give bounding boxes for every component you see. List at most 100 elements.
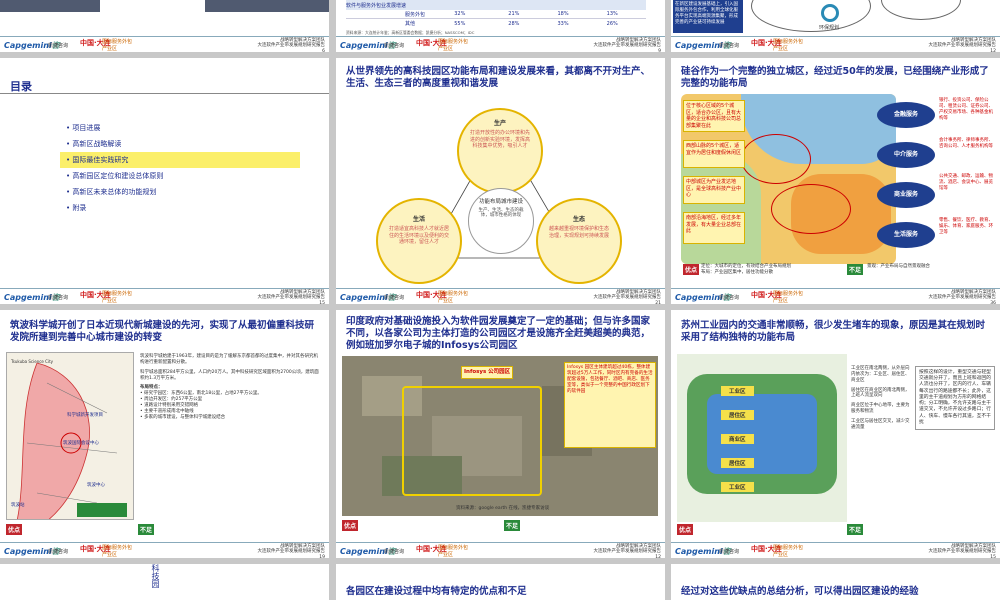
zone-label: 居住区 bbox=[721, 458, 754, 468]
toc-item-active[interactable]: • 国际最佳实践研究 bbox=[60, 152, 300, 168]
slide-bottom-2: 各园区在建设过程中均有特定的优点和不足 bbox=[336, 564, 665, 600]
dalian-logo: 中国·大连 国际服务外包产业区 bbox=[751, 545, 804, 558]
table-cell: 21% bbox=[508, 11, 520, 17]
infosys-callout: Infosys 园区主体建筑超过40栋，整体建筑超过5万人工作，同时区内有完备的… bbox=[564, 362, 656, 448]
dalian-logo: 中国·大连 国际服务外包产业区 bbox=[416, 39, 469, 52]
toc-item[interactable]: • 高新区战略解读 bbox=[60, 136, 300, 152]
merit-tag: 优点 bbox=[6, 524, 23, 535]
footer: Capgemini咨 凯捷咨询 中国·大连 国际服务外包产业区 战略转型解决方案团… bbox=[336, 542, 665, 558]
table-cell: 其他 bbox=[405, 21, 416, 27]
circle-ecology: 生态 越来越重视环境保护和生态治理，实现规划可持续发展 bbox=[536, 198, 622, 284]
slide-infosys: 印度政府对基础设施投入为软件园发展奠定了一定的基础；但与许多国家不同，以各家公司… bbox=[336, 310, 665, 558]
merit-tag: 优点 bbox=[683, 264, 700, 275]
footer: Capgemini咨 凯捷咨询 中国·大连 国际服务外包产业区 战略转型解决方案团… bbox=[671, 36, 1000, 52]
slide-title: 苏州工业园内的交通非常顺畅，很少发生堵车的现象，原因是其在规划时采用了结构独特的… bbox=[681, 320, 986, 343]
table-cell: 28% bbox=[508, 20, 520, 27]
note-box: 西部山脉的5个城区，适宜作为居住和度假休闲区 bbox=[683, 140, 745, 168]
table-cell: 55% bbox=[454, 20, 466, 27]
recycle-icon bbox=[821, 4, 839, 22]
partner-name: 凯捷咨询 bbox=[719, 295, 740, 301]
map-label: 筑波站 bbox=[11, 503, 25, 508]
footer: Capgemini咨 凯捷咨询 中国·大连 国际服务外包产业区 战略转型解决方案团… bbox=[0, 288, 329, 304]
slide-2: 软件与服务外包业发展增速 服务外包 32% 21% 18% 13% 其他 55%… bbox=[336, 0, 665, 52]
dalian-logo: 中国·大连 国际服务外包产业区 bbox=[751, 291, 804, 304]
oval-life: 生活服务 bbox=[877, 222, 935, 248]
footer: Capgemini咨 凯捷咨询 中国·大连 国际服务外包产业区 战略转型解决方案团… bbox=[671, 288, 1000, 304]
map-label: 筑波国际会议中心 bbox=[63, 441, 99, 446]
zone-label: 居住区 bbox=[721, 410, 754, 420]
service-list: 银行、投资公司、保险公司、租赁公司、证券公司、产权交易市场、各种基金机构等 bbox=[939, 98, 993, 121]
weakness-tag: 不足 bbox=[847, 524, 864, 535]
weakness-tag: 不足 bbox=[504, 520, 521, 531]
note-box: 南部沿海地区，经过多年发展，有大量企业总部在此 bbox=[683, 212, 745, 244]
table-cell: 32% bbox=[454, 11, 466, 17]
suzhou-notes: 工业区在南北两侧，从外层向内依次为：工业区、居住区、商业区 居住区在商业区的南北… bbox=[851, 366, 910, 430]
footer-right: 战略转型解决方案团队 大连软件产业带发展规划研究报告 15 bbox=[257, 290, 326, 304]
dalian-logo: 中国·大连 国际服务外包产业区 bbox=[80, 39, 133, 52]
map-label: 筑波中心 bbox=[87, 483, 105, 488]
zone-label: 工业区 bbox=[721, 386, 754, 396]
dalian-logo: 中国·大连 国际服务外包产业区 bbox=[751, 39, 804, 52]
footer: Capgemini咨 凯捷咨询 中国·大连 国际服务外包产业区 战略转型解决方案团… bbox=[0, 36, 329, 52]
table-cell: 33% bbox=[557, 20, 569, 27]
merit-tag: 优点 bbox=[677, 524, 694, 535]
partner-name: 凯捷咨询 bbox=[48, 549, 69, 555]
partner-name: 凯捷咨询 bbox=[719, 549, 740, 555]
zone-labels: 工业区 居住区 商业区 居住区 工业区 bbox=[721, 386, 754, 492]
partner-name: 凯捷咨询 bbox=[719, 43, 740, 49]
partner-name: 凯捷咨询 bbox=[48, 43, 69, 49]
table-cell: 18% bbox=[557, 11, 569, 17]
weakness-tag: 不足 bbox=[138, 524, 155, 535]
footer: Capgemini咨 凯捷咨询 中国·大连 国际服务外包产业区 战略转型解决方案团… bbox=[0, 542, 329, 558]
toc-item[interactable]: • 项目进展 bbox=[60, 120, 300, 136]
slide-title: 印度政府对基础设施投入为软件园发展奠定了一定的基础；但与许多国家不同，以各家公司… bbox=[346, 316, 651, 351]
dalian-logo: 中国·大连 国际服务外包产业区 bbox=[80, 291, 133, 304]
oval-commerce: 商业服务 bbox=[877, 182, 935, 208]
slide-toc: 目录 • 项目进展 • 高新区战略解读 • 国际最佳实践研究 • 高新园区定位和… bbox=[0, 58, 329, 304]
slide-bottom-3: 经过对这些优缺点的总结分析，可以得出园区建设的经验 bbox=[671, 564, 1000, 600]
slide-1: Capgemini咨 凯捷咨询 中国·大连 国际服务外包产业区 战略转型解决方案团… bbox=[0, 0, 329, 52]
toc-item[interactable]: • 高新区未来总体的功能规划 bbox=[60, 184, 300, 200]
slide-title: 各园区在建设过程中均有特定的优点和不足 bbox=[346, 586, 527, 597]
slide-tsukuba: 筑波科学城开创了日本近现代新城建设的先河，实现了从最初偏重科技研发院所建到完善中… bbox=[0, 310, 329, 558]
slide-title: 目录 bbox=[10, 80, 32, 93]
tsukuba-text: 筑波科学城始建于1963年，建设目的是为了缓解东京都首都的过度集中，并对其各研究… bbox=[140, 354, 319, 420]
infosys-label: Infosys 公司园区 bbox=[461, 366, 514, 380]
slide-silicon-valley: 硅谷作为一个完整的独立城区，经过近50年的发展，已经围绕产业形成了完整的功能布局… bbox=[671, 58, 1000, 304]
dalian-logo: 中国·大连 国际服务外包产业区 bbox=[416, 545, 469, 558]
partner-name: 凯捷咨询 bbox=[384, 43, 405, 49]
service-list: 零售、餐饮、医疗、教育、娱乐、体育、家庭服务、环卫等 bbox=[939, 218, 993, 235]
plan-box: 在新区建设发展基础上，引入国际服务外包合作，利用全球化服务平台实现高端资源集聚，… bbox=[673, 0, 743, 33]
map-label: 科学城新开发项目 bbox=[67, 413, 103, 418]
slide-title: 硅谷作为一个完整的独立城区，经过近50年的发展，已经围绕产业形成了完整的功能布局 bbox=[681, 66, 989, 89]
footer-right: 战略转型解决方案团队 大连软件产业带发展规划研究报告 12 bbox=[593, 544, 662, 558]
dalian-logo: 中国·大连 国际服务外包产业区 bbox=[80, 545, 133, 558]
growth-table: 软件与服务外包业发展增速 服务外包 32% 21% 18% 13% 其他 55%… bbox=[346, 0, 646, 36]
footer: Capgemini咨 凯捷咨询 中国·大连 国际服务外包产业区 战略转型解决方案团… bbox=[671, 542, 1000, 558]
footer-right: 战略转型解决方案团队 大连软件产业带发展规划研究报告 21 bbox=[593, 290, 662, 304]
slide-title: 经过对这些优缺点的总结分析，可以得出园区建设的经验 bbox=[681, 586, 919, 597]
eco-label: 环保规划 bbox=[819, 25, 840, 31]
footer-right: 战略转型解决方案团队 大连软件产业带发展规划研究报告 6 bbox=[257, 38, 326, 52]
suzhou-summary: 按照这样的设计，重型交通与轻型交通就分开了，而且上班和返回的人流也分开了，区内的… bbox=[915, 366, 995, 431]
service-list: 会计事务所、律师事务所、咨询公司、人才服务机构等 bbox=[939, 138, 993, 149]
dark-banner bbox=[0, 0, 100, 12]
footer-right: 战略转型解决方案团队 大连软件产业带发展规划研究报告 15 bbox=[928, 544, 997, 558]
map-shapes bbox=[16, 362, 127, 519]
slide-triad: 从世界领先的高科技园区功能布局和建设发展来看，其都离不开对生产、生活、生态三者的… bbox=[336, 58, 665, 304]
partner-name: 凯捷咨询 bbox=[48, 295, 69, 301]
note-box: 位于核心区域的5个城区，适合办公区，且有大量的企业和高科技公司总部集聚在此 bbox=[683, 100, 745, 132]
oval-finance: 金融服务 bbox=[877, 102, 935, 128]
suzhou-map bbox=[677, 354, 847, 522]
tsukuba-map: Tsukuba Science City 科学城新开发项目 筑波国际会议中心 筑… bbox=[6, 352, 134, 520]
toc-item[interactable]: • 附录 bbox=[60, 200, 300, 216]
toc-item[interactable]: • 高新园区定位和建设总体原则 bbox=[60, 168, 300, 184]
merit-notes: 定位：大城市的定位，有效结合产业布局规划 布局：产业园区集中，居住功能分散 bbox=[701, 264, 791, 275]
toc-list: • 项目进展 • 高新区战略解读 • 国际最佳实践研究 • 高新园区定位和建设总… bbox=[60, 120, 300, 216]
circle-living: 生活 打造适宜高科技人才就近居住的生活环境以及便利的交通环境，留住人才 bbox=[376, 198, 462, 284]
table-cell: 26% bbox=[606, 20, 618, 27]
table-cell: 13% bbox=[606, 11, 618, 17]
footer-right: 战略转型解决方案团队 大连软件产业带发展规划研究报告 12 bbox=[928, 38, 997, 52]
zone-label: 工业区 bbox=[721, 482, 754, 492]
footer-right: 战略转型解决方案团队 大连软件产业带发展规划研究报告 36 bbox=[928, 290, 997, 304]
